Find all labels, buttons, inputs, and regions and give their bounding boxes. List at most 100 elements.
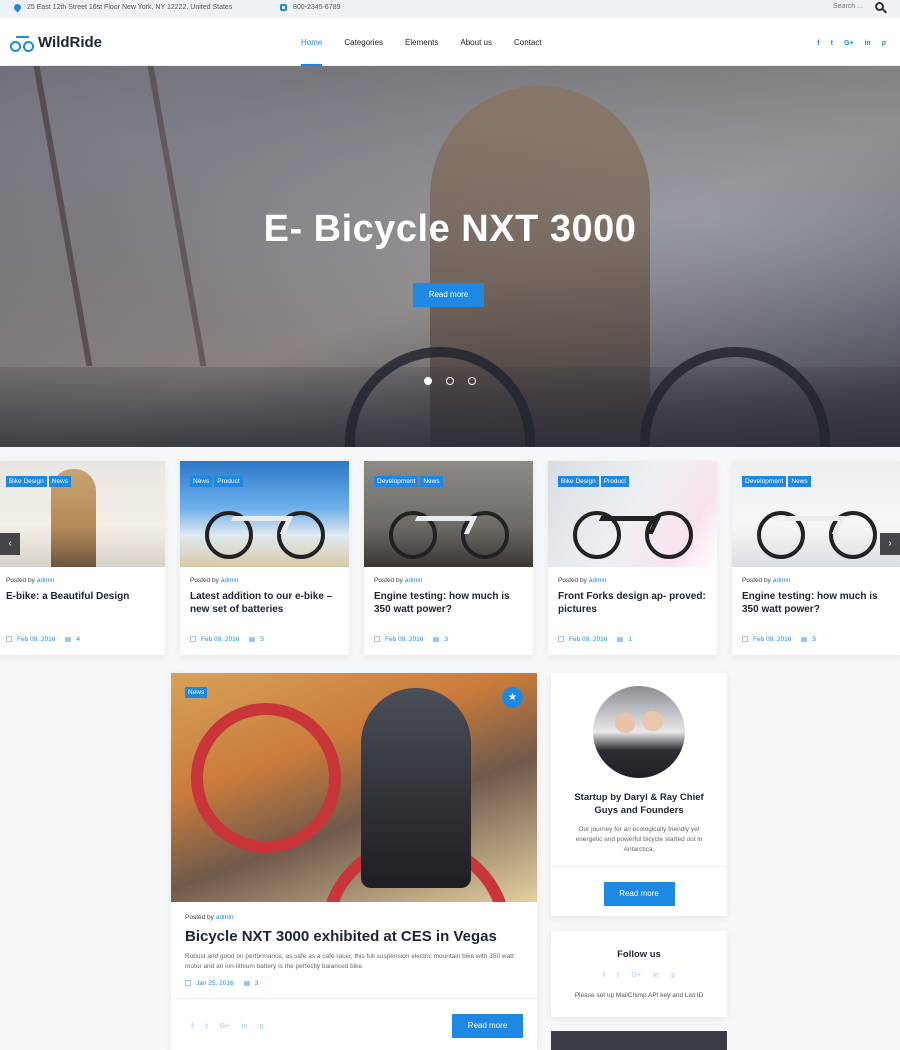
about-title: Startup by Daryl & Ray Chief Guys and Fo… — [574, 792, 704, 816]
calendar-icon — [374, 636, 380, 642]
tag-badge[interactable]: Bike Design — [6, 476, 47, 487]
comment-count[interactable]: 5 — [249, 636, 264, 643]
slider-dot-2[interactable] — [446, 377, 454, 385]
post-carousel: Bike Design News Posted by admin E-bike: … — [0, 461, 900, 656]
pinterest-icon[interactable]: p — [882, 40, 886, 47]
author-link[interactable]: admin — [405, 577, 423, 584]
featured-read-more-button[interactable]: Read more — [452, 1014, 523, 1038]
post-card[interactable]: Bike Design Product Posted by admin Front… — [548, 461, 717, 655]
pinterest-icon[interactable]: p — [671, 972, 675, 979]
tag-badge[interactable]: News — [420, 476, 443, 487]
carousel-prev-arrow-icon[interactable]: ‹ — [0, 533, 20, 555]
post-meta: Posted by admin — [6, 577, 55, 584]
post-card[interactable]: News Product Posted by admin Latest addit… — [180, 461, 349, 655]
post-image[interactable]: Development News — [732, 461, 900, 567]
tag-badge[interactable]: Development — [742, 476, 787, 487]
comment-count[interactable]: 3 — [243, 980, 258, 987]
featured-post-title[interactable]: Bicycle NXT 3000 exhibited at CES in Veg… — [185, 928, 523, 945]
linkedin-icon[interactable]: in — [241, 1023, 247, 1030]
tag-badge[interactable]: Bike Design — [558, 476, 599, 487]
nav-categories[interactable]: Categories — [333, 18, 394, 66]
post-date: Feb 09, 2016 — [6, 636, 55, 643]
author-link[interactable]: admin — [221, 577, 239, 584]
google-plus-icon[interactable]: G+ — [220, 1023, 230, 1030]
post-meta: Posted by admin — [374, 577, 423, 584]
post-card[interactable]: Development News Posted by admin Engine t… — [364, 461, 533, 655]
follow-widget: Follow us f t G+ in p Please set up Mail… — [551, 931, 727, 1017]
logo-text: WildRide — [38, 33, 103, 51]
comment-count[interactable]: 1 — [617, 636, 632, 643]
facebook-icon[interactable]: f — [817, 40, 819, 47]
site-logo[interactable]: WildRide — [10, 32, 102, 52]
post-image[interactable]: Development News — [364, 461, 533, 567]
post-title[interactable]: Engine testing: how much is 350 watt pow… — [374, 590, 523, 630]
search-icon[interactable] — [875, 2, 884, 11]
google-plus-icon[interactable]: G+ — [631, 972, 641, 979]
calendar-icon — [6, 636, 12, 642]
author-link[interactable]: admin — [773, 577, 791, 584]
comment-icon — [65, 637, 72, 642]
google-plus-icon[interactable]: G+ — [844, 40, 854, 47]
post-title[interactable]: Engine testing: how much is 350 watt pow… — [742, 590, 891, 630]
nav-home[interactable]: Home — [290, 18, 333, 66]
facebook-icon[interactable]: f — [191, 1023, 193, 1030]
post-image[interactable]: News Product — [180, 461, 349, 567]
featured-post: News ★ Posted by admin Bicycle NXT 3000 … — [171, 673, 537, 1050]
post-meta: Posted by admin — [742, 577, 791, 584]
twitter-icon[interactable]: t — [617, 972, 619, 979]
comment-count[interactable]: 3 — [433, 636, 448, 643]
phone-text[interactable]: 800-2345-6789 — [293, 4, 341, 11]
author-link[interactable]: admin — [37, 577, 55, 584]
comment-count[interactable]: 4 — [65, 636, 80, 643]
tag-badge[interactable]: News — [185, 687, 208, 698]
about-read-more-button[interactable]: Read more — [603, 882, 675, 906]
slider-dots — [424, 377, 476, 385]
post-title[interactable]: E-bike: a Beautiful Design — [6, 590, 155, 630]
founders-avatar — [593, 686, 685, 778]
tag-badge[interactable]: Product — [600, 476, 630, 487]
header-social-links: f t G+ in p — [817, 40, 886, 47]
post-image[interactable]: Bike Design Product — [548, 461, 717, 567]
carousel-next-arrow-icon[interactable]: › — [880, 533, 900, 555]
comment-icon — [617, 637, 624, 642]
author-link[interactable]: admin — [589, 577, 607, 584]
search-box[interactable] — [833, 2, 884, 11]
linkedin-icon[interactable]: in — [864, 40, 870, 47]
author-link[interactable]: admin — [216, 914, 234, 921]
facebook-icon[interactable]: f — [603, 972, 605, 979]
calendar-icon — [742, 636, 748, 642]
nav-contact[interactable]: Contact — [503, 18, 553, 66]
nav-about-us[interactable]: About us — [449, 18, 503, 66]
slider-dot-1[interactable] — [424, 377, 432, 385]
tag-badge[interactable]: Development — [374, 476, 419, 487]
about-widget: Startup by Daryl & Ray Chief Guys and Fo… — [551, 673, 727, 916]
post-card[interactable]: Development News Posted by admin Engine t… — [732, 461, 900, 655]
tag-badge[interactable]: News — [788, 476, 811, 487]
pinterest-icon[interactable]: p — [259, 1023, 263, 1030]
star-icon[interactable]: ★ — [502, 687, 523, 708]
post-meta: Posted by admin — [185, 914, 234, 921]
post-card[interactable]: Bike Design News Posted by admin E-bike: … — [0, 461, 165, 655]
search-input[interactable] — [833, 3, 867, 10]
post-date: Jan 25, 2016 — [185, 980, 234, 987]
post-meta: Posted by admin — [558, 577, 607, 584]
nav-elements[interactable]: Elements — [394, 18, 449, 66]
slider-dot-3[interactable] — [468, 377, 476, 385]
featured-post-image[interactable]: News ★ — [171, 673, 537, 902]
twitter-icon[interactable]: t — [831, 40, 833, 47]
address-text: 25 East 12th Street 16st Floor New York,… — [27, 4, 233, 11]
hero-read-more-button[interactable]: Read more — [413, 283, 484, 307]
comment-count[interactable]: 5 — [801, 636, 816, 643]
post-title[interactable]: Front Forks design ap- proved: pictures — [558, 590, 707, 630]
post-date: Feb 09, 2016 — [558, 636, 607, 643]
phone-info: 800-2345-6789 — [280, 4, 341, 11]
main-header: WildRide Home Categories Elements About … — [0, 18, 900, 66]
comment-icon — [801, 637, 808, 642]
linkedin-icon[interactable]: in — [653, 972, 659, 979]
post-title[interactable]: Latest addition to our e-bike – new set … — [190, 590, 339, 630]
twitter-icon[interactable]: t — [205, 1023, 207, 1030]
tag-badge[interactable]: News — [48, 476, 71, 487]
tag-badge[interactable]: Product — [214, 476, 243, 487]
tag-badge[interactable]: News — [190, 476, 213, 487]
post-image[interactable]: Bike Design News — [0, 461, 165, 567]
